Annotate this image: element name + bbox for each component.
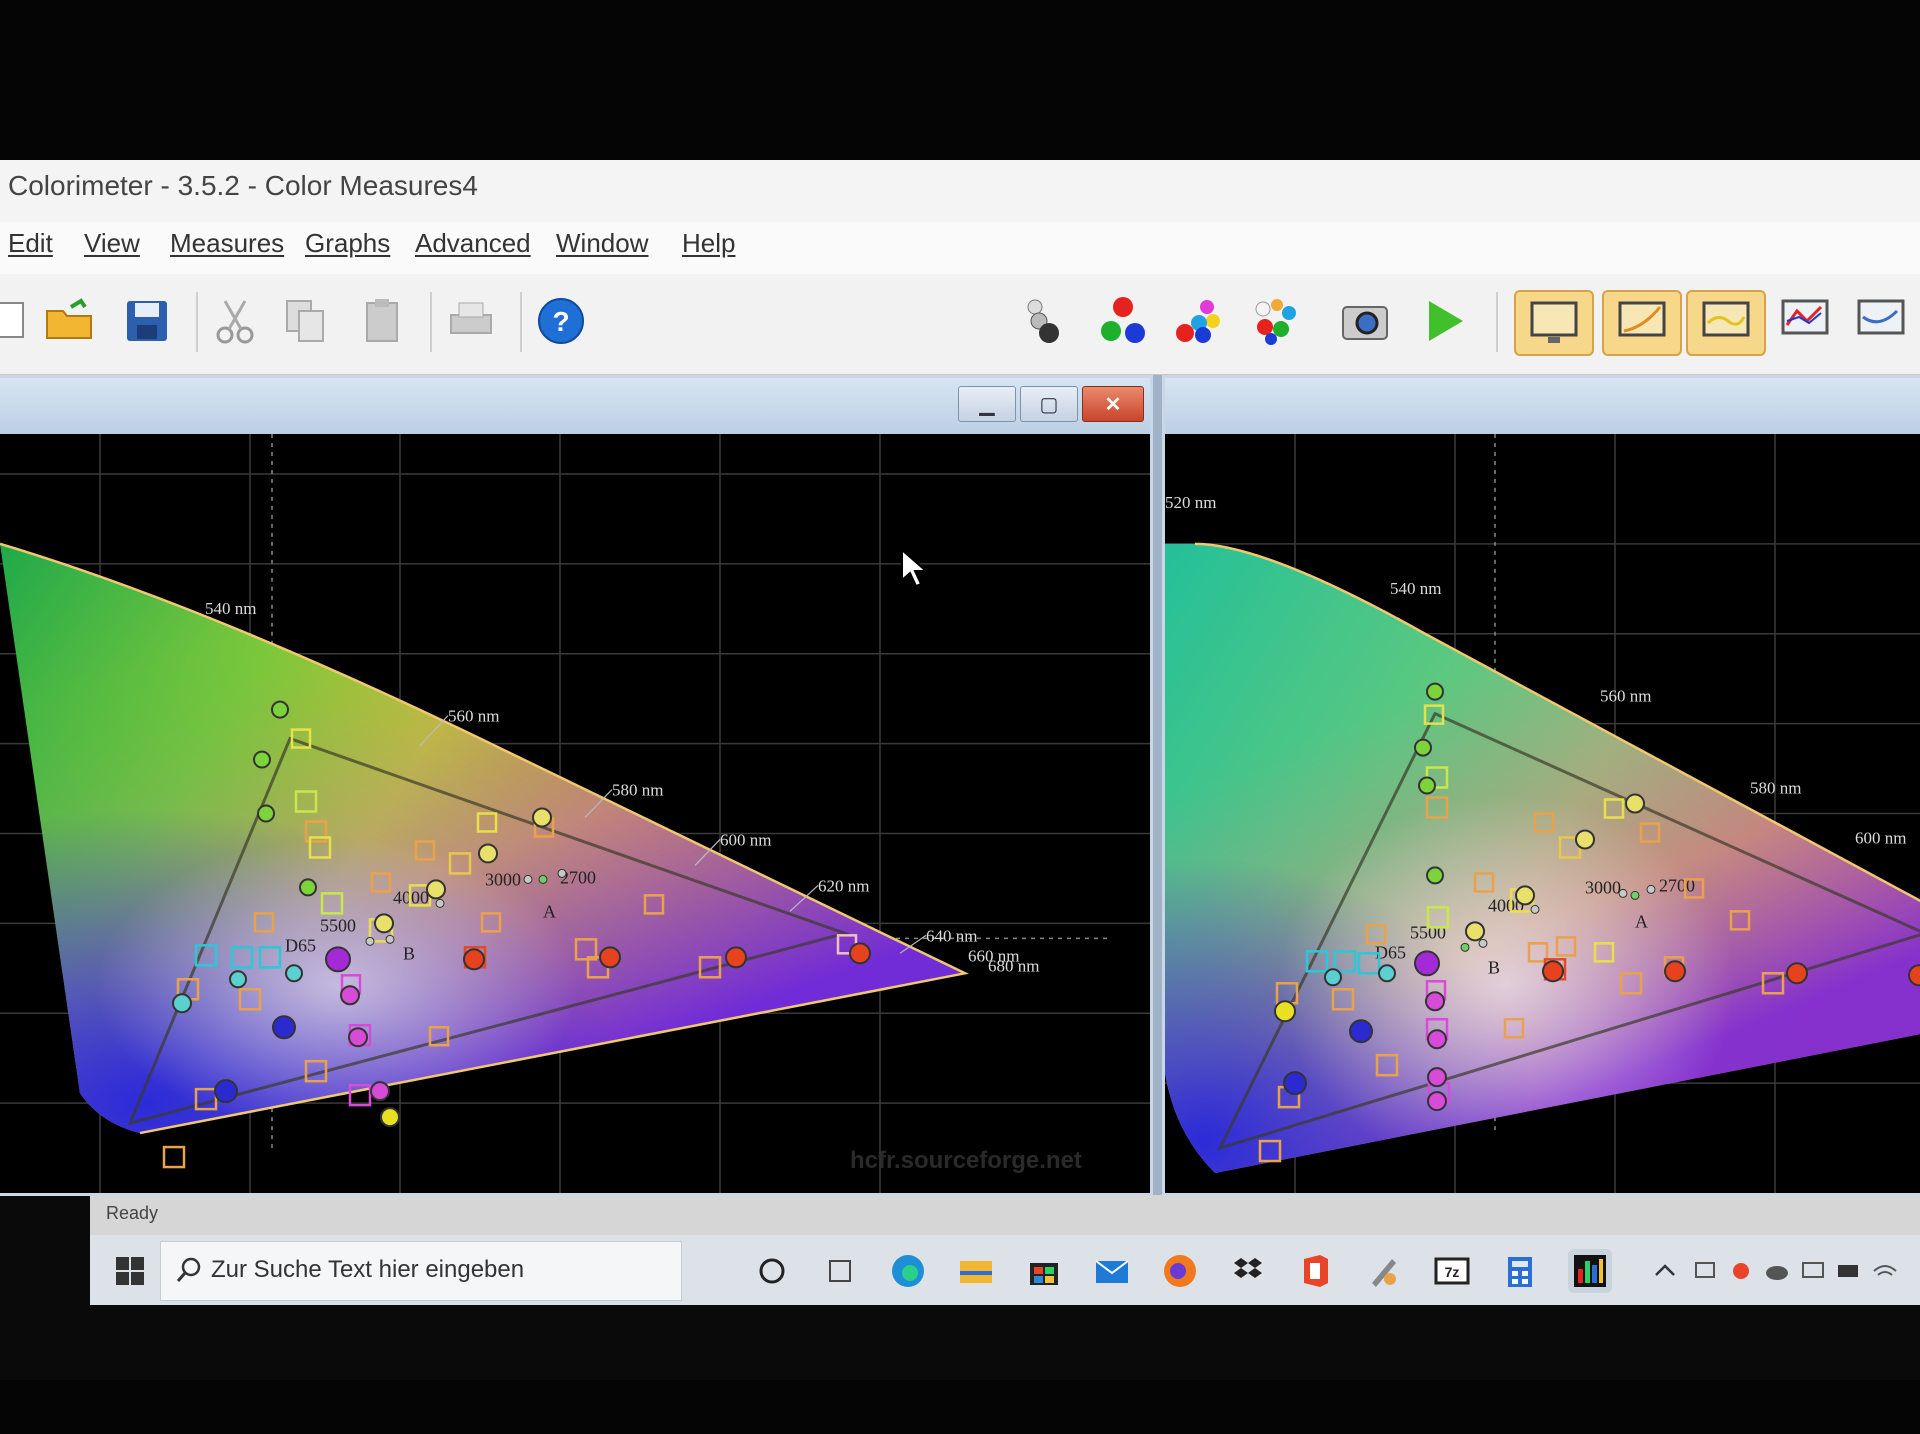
view-gamma-curve-icon[interactable] [1846,290,1916,352]
svg-text:7z: 7z [1445,1264,1460,1280]
monitor-screen: Colorimeter - 3.5.2 - Color Measures4 Ed… [0,160,1920,1380]
file-explorer-icon[interactable] [954,1249,998,1293]
wl-label: 580 nm [1750,779,1801,798]
firefox-icon[interactable] [1158,1249,1202,1293]
window-title: Colorimeter - 3.5.2 - Color Measures4 [8,170,478,201]
taskbar-search-box[interactable]: Zur Suche Text hier eingeben [160,1241,682,1301]
menu-advanced[interactable]: Advanced [415,228,531,259]
menu-view[interactable]: View [84,228,140,259]
cortana-icon[interactable] [750,1249,794,1293]
cct-label: 3000 [485,869,521,889]
search-placeholder: Zur Suche Text hier eingeben [211,1256,525,1283]
toolbar: ? [0,274,1920,375]
cct-label: D65 [285,935,316,955]
wl-label: 540 nm [1390,579,1441,598]
view-luminance-icon[interactable] [1686,290,1766,356]
cct-label: 2700 [560,867,596,887]
tray-cloud-icon[interactable] [1762,1249,1792,1293]
windows-taskbar: Zur Suche Text hier eingeben 7z [90,1235,1920,1305]
window-caption-right [1165,378,1920,434]
color-balls-icon[interactable] [1168,290,1230,352]
wl-label: 540 nm [205,599,256,618]
view-gamma-icon[interactable] [1602,290,1682,356]
windows-start-icon[interactable] [108,1249,152,1293]
tray-network-icon[interactable] [1690,1249,1720,1293]
menu-help[interactable]: Help [682,228,735,259]
wl-label: 600 nm [720,830,771,849]
save-icon[interactable] [116,290,178,352]
view-display-icon[interactable] [1514,290,1594,356]
cie-diagram-right[interactable]: 520 nm 540 nm 560 nm 580 nm 600 nm 3000 … [1165,434,1920,1193]
menu-graphs[interactable]: Graphs [305,228,390,259]
toolbar-separator [430,292,432,352]
new-icon[interactable] [0,290,42,352]
toolbar-separator [520,292,522,352]
tray-display-icon[interactable] [1798,1249,1828,1293]
edge-icon[interactable] [886,1249,930,1293]
cie-diagram-left[interactable]: 540 nm 560 nm 580 nm 600 nm 620 nm 640 n… [0,434,1150,1193]
sensor-icon[interactable] [1010,290,1072,352]
wl-label: 580 nm [612,781,663,800]
wl-label: 560 nm [1600,687,1651,706]
help-icon[interactable]: ? [530,290,592,352]
window-caption-left: ▁ ▢ ✕ [0,378,1150,434]
copy-icon[interactable] [274,290,336,352]
cut-icon[interactable] [204,290,266,352]
cct-label: 5500 [320,915,356,935]
open-folder-icon[interactable] [38,290,100,352]
tray-wifi-icon[interactable] [1870,1249,1900,1293]
play-icon[interactable] [1412,290,1474,352]
cct-label: B [1488,957,1500,977]
toolbar-separator [196,292,198,352]
menu-edit[interactable]: Edit [8,228,53,259]
print-icon[interactable] [440,290,502,352]
mdi-workspace: ▁ ▢ ✕ 540 nm 560 nm 580 nm 600 nm 620 nm… [0,375,1920,1196]
wl-label: 620 nm [818,876,869,895]
paste-icon[interactable] [352,290,414,352]
minimize-button[interactable]: ▁ [958,386,1016,422]
tray-office-icon[interactable] [1726,1249,1756,1293]
svg-text:?: ? [552,306,569,337]
tray-battery-icon[interactable] [1834,1249,1864,1293]
title-bar: Colorimeter - 3.5.2 - Color Measures4 [0,160,1920,223]
dropbox-icon[interactable] [1226,1249,1270,1293]
rgb-primaries-icon[interactable] [1092,290,1154,352]
camera-icon[interactable] [1334,290,1396,352]
status-bar: Ready [90,1195,1920,1235]
wl-label: 600 nm [1855,828,1906,847]
menu-measures[interactable]: Measures [170,228,284,259]
calculator-icon[interactable] [1498,1249,1542,1293]
saturation-balls-icon[interactable] [1244,290,1306,352]
paint-icon[interactable] [1362,1249,1406,1293]
view-rgb-levels-icon[interactable] [1770,290,1840,352]
toolbar-separator [1496,292,1498,352]
menu-window[interactable]: Window [556,228,648,259]
menu-bar: Edit View Measures Graphs Advanced Windo… [0,222,1920,274]
watermark: hcfr.sourceforge.net [850,1147,1082,1174]
close-button[interactable]: ✕ [1082,386,1144,422]
tray-chevron-icon[interactable] [1650,1249,1680,1293]
cct-label: B [403,943,415,963]
cct-label: A [543,901,556,921]
wl-label: 640 nm [926,926,977,945]
office-icon[interactable] [1294,1249,1338,1293]
wl-label: 560 nm [448,707,499,726]
cie-chart-window-right[interactable]: 520 nm 540 nm 560 nm 580 nm 600 nm 3000 … [1162,375,1920,1196]
search-icon [176,1257,201,1282]
mail-icon[interactable] [1090,1249,1134,1293]
colorimeter-icon[interactable] [1568,1249,1612,1293]
cct-label: 3000 [1585,877,1621,897]
maximize-button[interactable]: ▢ [1020,386,1078,422]
status-text: Ready [106,1203,159,1223]
cct-label: A [1635,911,1648,931]
store-icon[interactable] [1022,1249,1066,1293]
task-view-icon[interactable] [818,1249,862,1293]
7zip-icon[interactable]: 7z [1430,1249,1474,1293]
wl-label: 680 nm [988,956,1039,975]
wl-label: 520 nm [1165,493,1216,512]
cie-chart-window-left[interactable]: ▁ ▢ ✕ 540 nm 560 nm 580 nm 600 nm 620 nm… [0,375,1153,1196]
